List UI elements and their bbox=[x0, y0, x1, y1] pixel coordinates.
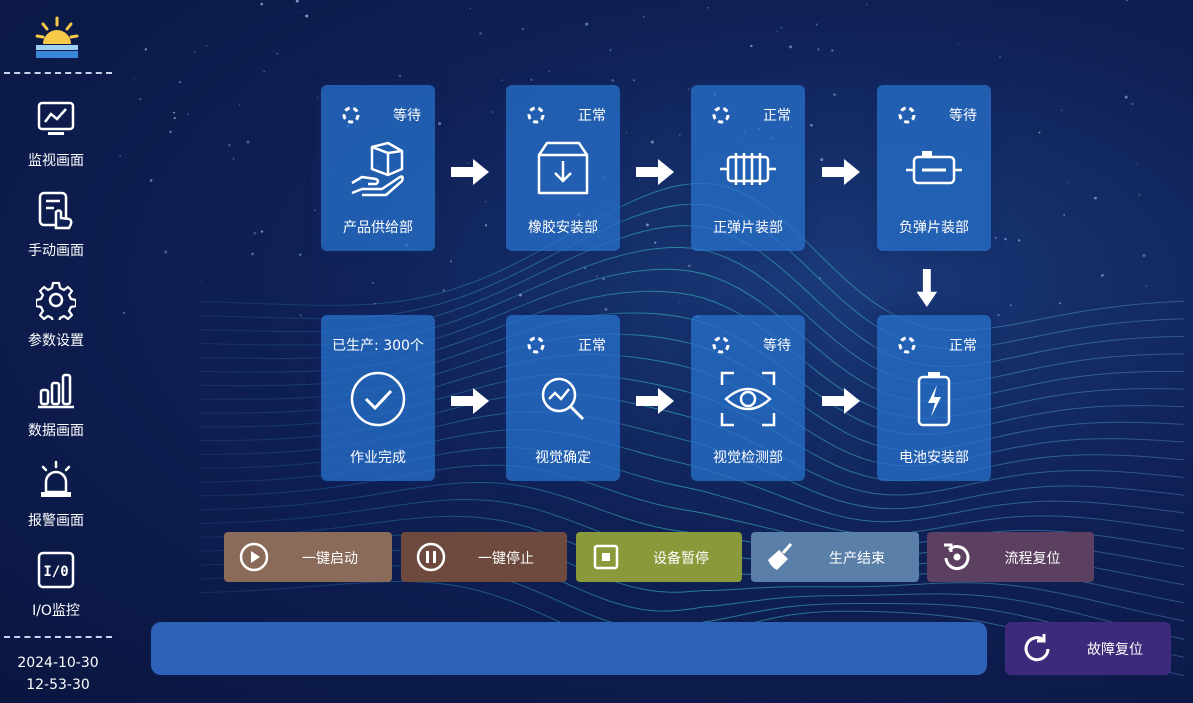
hand-tap-icon bbox=[38, 191, 73, 230]
process-reset-button[interactable]: 流程复位 bbox=[927, 532, 1094, 582]
date-text: 2024-10-30 bbox=[17, 655, 99, 671]
battery-bolt-icon bbox=[917, 372, 951, 427]
station-negative-spring[interactable]: 等待 负弹片装部 bbox=[877, 85, 991, 251]
loading-spinner-icon bbox=[527, 336, 545, 354]
station-status: 等待 bbox=[949, 108, 977, 124]
station-battery-install[interactable]: 正常 电池安装部 bbox=[877, 315, 991, 481]
svg-text:I/0: I/0 bbox=[43, 564, 68, 580]
station-vision-confirm[interactable]: 正常 视觉确定 bbox=[506, 315, 620, 481]
search-chart-icon bbox=[541, 377, 585, 421]
spring-coil-icon bbox=[720, 153, 776, 185]
reset-icon bbox=[944, 543, 970, 571]
broom-icon bbox=[768, 543, 793, 570]
top-divider bbox=[4, 72, 112, 74]
bottom-divider bbox=[4, 636, 112, 638]
station-status: 等待 bbox=[393, 108, 421, 124]
nav-monitor[interactable]: 监视画面 bbox=[0, 96, 112, 182]
fault-reset-button[interactable]: 故障复位 bbox=[1005, 622, 1171, 675]
end-production-button[interactable]: 生产结束 bbox=[751, 532, 919, 582]
nav-io-label: I/O监控 bbox=[32, 603, 80, 619]
station-name: 负弹片装部 bbox=[899, 220, 969, 236]
check-circle-icon bbox=[350, 371, 406, 427]
sunrise-logo bbox=[35, 16, 79, 58]
loading-spinner-icon bbox=[527, 106, 545, 124]
gear-icon bbox=[36, 281, 76, 320]
loading-spinner-icon bbox=[898, 106, 916, 124]
nav-data[interactable]: 数据画面 bbox=[0, 366, 112, 452]
station-status: 等待 bbox=[763, 338, 791, 354]
flow-arrow-right bbox=[822, 388, 860, 414]
io-icon: I/0 bbox=[37, 551, 75, 589]
loading-spinner-icon bbox=[712, 336, 730, 354]
flow-arrow-right bbox=[451, 159, 489, 185]
station-name: 橡胶安装部 bbox=[528, 220, 598, 236]
nav-alarm-label: 报警画面 bbox=[28, 513, 84, 529]
loading-spinner-icon bbox=[898, 336, 916, 354]
datetime: 2024-10-30 12-53-30 bbox=[0, 652, 116, 696]
flow-arrow-right bbox=[451, 388, 489, 414]
play-icon bbox=[239, 542, 269, 572]
alarm-beacon-icon bbox=[41, 460, 71, 497]
end-production-label: 生产结束 bbox=[829, 551, 885, 567]
pause-label: 设备暂停 bbox=[653, 551, 709, 567]
flow-arrow-down bbox=[916, 269, 938, 307]
station-job-done[interactable]: 已生产: 300个 作业完成 bbox=[321, 315, 435, 481]
station-product-supply[interactable]: 等待 产品供给部 bbox=[321, 85, 435, 251]
refresh-icon bbox=[1024, 634, 1050, 662]
station-name: 视觉确定 bbox=[535, 450, 591, 466]
nav-data-label: 数据画面 bbox=[28, 423, 84, 439]
flow-arrow-right bbox=[636, 388, 674, 414]
process-reset-label: 流程复位 bbox=[1004, 551, 1061, 567]
bar-chart-icon bbox=[38, 373, 74, 409]
station-name: 电池安装部 bbox=[899, 450, 969, 466]
battery-clip-icon bbox=[906, 151, 962, 185]
download-box-icon bbox=[537, 141, 589, 195]
station-rubber-install[interactable]: 正常 橡胶安装部 bbox=[506, 85, 620, 251]
station-status: 正常 bbox=[578, 338, 606, 354]
nav-params[interactable]: 参数设置 bbox=[0, 276, 112, 362]
stop-label: 一键停止 bbox=[478, 551, 534, 567]
station-positive-spring[interactable]: 正常 正弹片装部 bbox=[691, 85, 805, 251]
flow-arrow-right bbox=[822, 159, 860, 185]
sidebar: 监视画面 手动画面 参数设置 数据画面 报警画面 I/0 I/O监控 2024-… bbox=[0, 0, 112, 703]
stop-button[interactable]: 一键停止 bbox=[401, 532, 567, 582]
flow-arrow-right bbox=[636, 159, 674, 185]
pause-button[interactable]: 设备暂停 bbox=[576, 532, 742, 582]
monitor-chart-icon bbox=[37, 101, 75, 135]
start-label: 一键启动 bbox=[302, 551, 358, 567]
eye-scan-icon bbox=[720, 371, 776, 427]
box-hand-icon bbox=[351, 141, 404, 197]
production-count: 已生产: 300个 bbox=[332, 338, 424, 354]
nav-alarm[interactable]: 报警画面 bbox=[0, 456, 112, 542]
station-name: 视觉检测部 bbox=[713, 450, 783, 466]
time-text: 12-53-30 bbox=[26, 677, 90, 693]
station-status: 正常 bbox=[578, 108, 606, 124]
nav-monitor-label: 监视画面 bbox=[28, 153, 84, 169]
loading-spinner-icon bbox=[342, 106, 360, 124]
station-status: 正常 bbox=[763, 108, 791, 124]
start-button[interactable]: 一键启动 bbox=[224, 532, 392, 582]
loading-spinner-icon bbox=[712, 106, 730, 124]
stop-square-icon bbox=[593, 544, 619, 570]
station-name: 作业完成 bbox=[350, 450, 406, 466]
fault-reset-label: 故障复位 bbox=[1087, 642, 1143, 658]
station-name: 正弹片装部 bbox=[713, 220, 783, 236]
pause-icon bbox=[416, 542, 446, 572]
station-vision-inspect[interactable]: 等待 视觉检测部 bbox=[691, 315, 805, 481]
station-status: 正常 bbox=[949, 338, 977, 354]
nav-manual-label: 手动画面 bbox=[28, 243, 84, 259]
station-name: 产品供给部 bbox=[343, 220, 413, 236]
message-bar bbox=[151, 622, 987, 675]
nav-manual[interactable]: 手动画面 bbox=[0, 186, 112, 272]
nav-io[interactable]: I/0 I/O监控 bbox=[0, 546, 112, 632]
nav-params-label: 参数设置 bbox=[28, 333, 84, 349]
